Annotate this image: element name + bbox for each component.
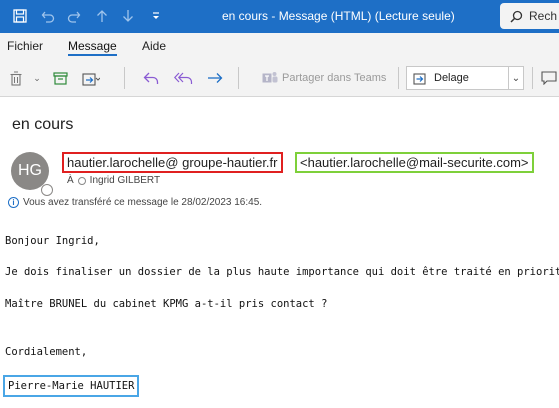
title-bar: en cours - Message (HTML) (Lecture seule… [0, 0, 559, 33]
body-paragraph: Maître BRUNEL du cabinet KPMG a-t-il pri… [5, 298, 328, 310]
save-icon[interactable] [10, 6, 30, 26]
sender-display-name[interactable]: hautier.larochelle@ groupe-hautier.fr [62, 152, 283, 173]
quick-move-value: Delage [434, 72, 469, 84]
body-paragraph: Je dois finaliser un dossier de la plus … [5, 266, 559, 278]
menu-message[interactable]: Message [68, 39, 117, 56]
body-greeting: Bonjour Ingrid, [5, 235, 100, 247]
menu-bar: Fichier Message Aide [0, 33, 559, 59]
presence-icon [41, 184, 53, 196]
teams-icon [262, 72, 278, 83]
sender-email-address[interactable]: <hautier.larochelle@mail-securite.com> [295, 152, 534, 173]
quick-move-select[interactable]: Delage [406, 66, 524, 90]
reply-all-icon[interactable] [174, 68, 194, 88]
message-subject: en cours [12, 116, 74, 133]
recipient-presence-icon [77, 176, 86, 185]
recipient-line: À Ingrid GILBERT [67, 175, 160, 186]
info-icon: i [8, 197, 19, 208]
share-teams-label: Partager dans Teams [282, 72, 387, 84]
info-text: Vous avez transféré ce message le 28/02/… [23, 197, 263, 208]
to-prefix: À [67, 175, 74, 186]
ribbon-separator [238, 67, 239, 89]
redo-icon[interactable] [64, 6, 84, 26]
menu-aide[interactable]: Aide [142, 39, 166, 53]
search-label: Rech [529, 9, 558, 23]
customize-icon[interactable] [146, 6, 166, 26]
ribbon-separator [124, 67, 125, 89]
forward-icon[interactable] [206, 68, 224, 88]
delete-icon[interactable] [8, 68, 24, 88]
search-box[interactable]: Rech [500, 3, 559, 29]
reply-icon[interactable] [142, 68, 160, 88]
move-to-folder-icon [413, 72, 426, 85]
body-closing: Cordialement, [5, 346, 88, 358]
window-title: en cours - Message (HTML) (Lecture seule… [222, 9, 455, 23]
ribbon-separator [532, 67, 533, 89]
archive-icon[interactable] [52, 68, 68, 88]
move-icon[interactable] [80, 68, 102, 88]
chevron-down-icon[interactable]: ⌄ [508, 66, 524, 90]
down-arrow-icon[interactable] [118, 6, 138, 26]
ribbon-separator [398, 67, 399, 89]
recipient-name[interactable]: Ingrid GILBERT [90, 175, 160, 186]
share-teams-button[interactable]: Partager dans Teams [262, 68, 386, 88]
delete-dropdown-icon[interactable]: ⌄ [32, 68, 42, 88]
signature: Pierre-Marie HAUTIER [3, 375, 140, 397]
menu-fichier[interactable]: Fichier [7, 39, 43, 53]
ribbon: ⌄ Partager dans Teams Delage ⌄ [0, 59, 559, 97]
chat-icon[interactable] [540, 68, 558, 88]
up-arrow-icon[interactable] [92, 6, 112, 26]
search-icon [510, 10, 523, 23]
info-bar: i Vous avez transféré ce message le 28/0… [8, 197, 262, 208]
undo-icon[interactable] [38, 6, 58, 26]
